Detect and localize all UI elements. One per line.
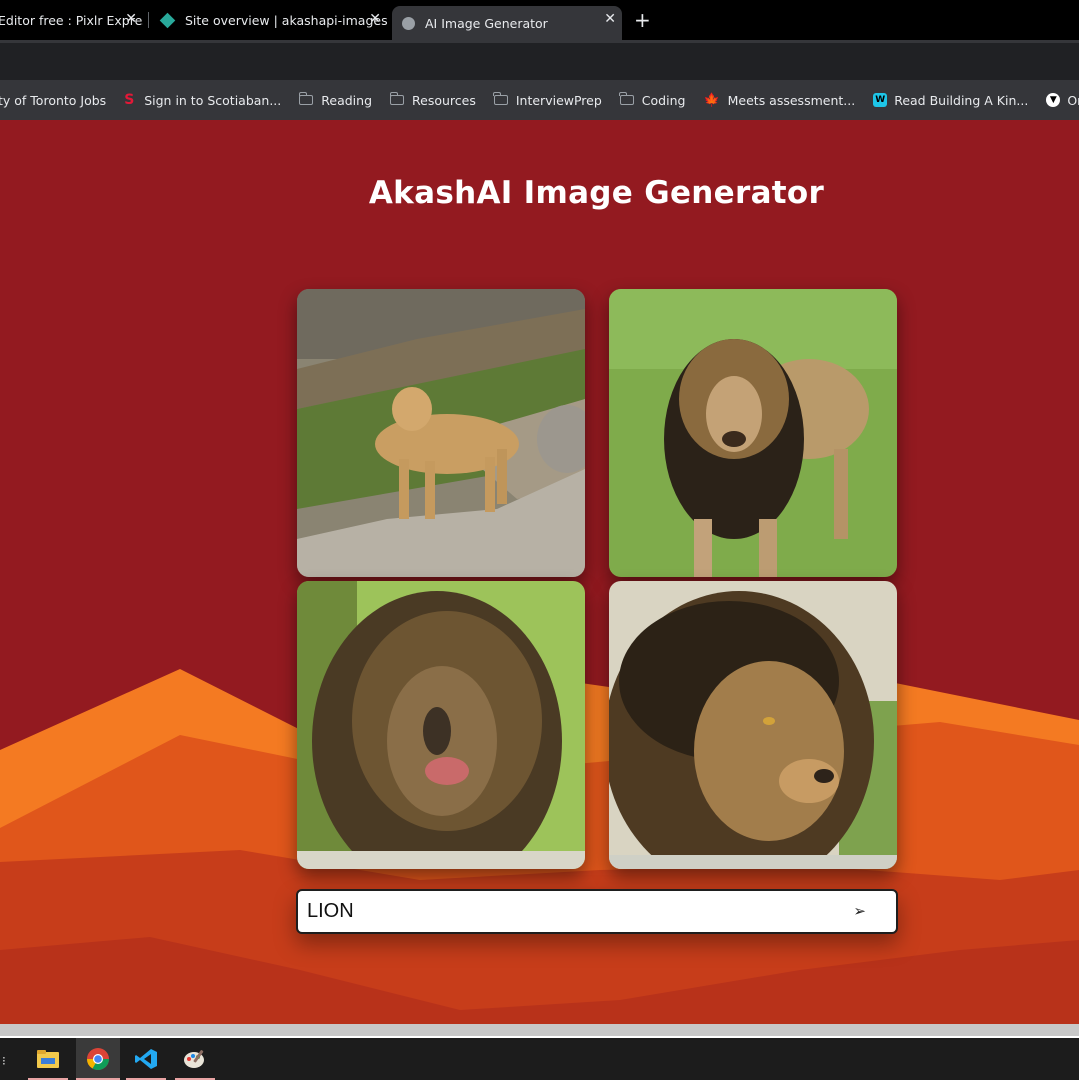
ontario-icon: ▼ — [1046, 93, 1061, 107]
bookmark-label: Sign in to Scotiaban... — [144, 92, 282, 108]
close-icon[interactable]: ✕ — [369, 11, 381, 27]
folder-icon — [389, 92, 405, 105]
generated-image-1[interactable] — [297, 289, 585, 577]
bookmark-label: InterviewPrep — [515, 92, 602, 108]
tab-pixlr[interactable]: Editor free : Pixlr Express ✕ — [0, 0, 143, 40]
generated-image-3[interactable] — [297, 581, 585, 869]
tab-site-overview[interactable]: Site overview | akashapi-images ✕ — [150, 0, 387, 40]
bookmark-label: Meets assessment... — [727, 92, 856, 108]
horizontal-scrollbar[interactable] — [0, 1024, 1079, 1038]
vscode-button[interactable] — [126, 1038, 166, 1080]
folder-icon — [493, 92, 508, 105]
tab-separator — [148, 12, 149, 28]
chrome-button[interactable] — [76, 1038, 120, 1080]
taskbar-grip-icon: ⁝ — [2, 1054, 6, 1068]
lion-standing-image — [609, 289, 897, 577]
vscode-icon — [135, 1049, 157, 1069]
bookmark-toronto-jobs[interactable]: ty of Toronto Jobs — [0, 93, 106, 108]
page-content: AkashAI Image Generator LION ➢ — [0, 120, 1079, 1024]
bookmark-label: Read Building A Kin... — [894, 92, 1029, 108]
browser-toolbar — [0, 40, 1079, 80]
maple-leaf-icon: 🍁 — [703, 92, 720, 108]
tab-strip: Editor free : Pixlr Express ✕ Site overv… — [0, 0, 1079, 40]
paint-icon — [184, 1050, 204, 1068]
bookmark-meets-assessment[interactable]: 🍁 Meets assessment... — [703, 93, 855, 108]
close-icon[interactable]: ✕ — [604, 11, 616, 27]
prompt-input-container: ➢ — [296, 889, 898, 934]
page-title: AkashAI Image Generator — [368, 175, 825, 211]
send-icon[interactable]: ➢ — [853, 902, 866, 920]
bookmark-label: Resources — [412, 92, 476, 108]
bookmark-scotiabank[interactable]: S Sign in to Scotiaban... — [124, 93, 281, 108]
bookmark-folder-reading[interactable]: Reading — [298, 92, 373, 108]
bookmark-folder-interviewprep[interactable]: InterviewPrep — [493, 92, 602, 108]
generated-image-2[interactable] — [609, 289, 897, 577]
bookmark-label: Reading — [321, 92, 373, 108]
file-explorer-button[interactable] — [28, 1038, 68, 1080]
generated-image-4[interactable] — [609, 581, 897, 869]
bookmark-folder-resources[interactable]: Resources — [389, 92, 476, 108]
close-icon[interactable]: ✕ — [125, 11, 137, 27]
tab-title: AI Image Generator — [425, 15, 548, 31]
bookmarks-bar: ty of Toronto Jobs S Sign in to Scotiaba… — [0, 80, 1079, 120]
prompt-input[interactable] — [307, 900, 827, 923]
taskbar: ⁝ — [0, 1038, 1079, 1080]
w-icon: W — [873, 93, 888, 107]
tab-ai-image-generator[interactable]: AI Image Generator ✕ — [392, 6, 622, 40]
bookmark-building-kingdom[interactable]: W Read Building A Kin... — [873, 93, 1028, 108]
scotiabank-icon: S — [124, 92, 135, 108]
bookmark-label: Coding — [641, 92, 686, 108]
bookmark-ontario-public-service[interactable]: ▼ Ontario Public Servi... — [1046, 93, 1079, 108]
tab-title: Editor free : Pixlr Express — [0, 12, 143, 28]
netlify-icon — [159, 12, 176, 28]
lion-closeup-image — [297, 581, 585, 869]
folder-icon — [298, 92, 314, 105]
lioness-image — [297, 289, 585, 577]
bookmark-label: ty of Toronto Jobs — [0, 92, 107, 108]
bookmark-label: Ontario Public Servi... — [1067, 92, 1079, 108]
chrome-icon — [87, 1048, 109, 1070]
folder-icon — [619, 92, 634, 105]
globe-icon — [402, 16, 415, 30]
lion-profile-image — [609, 581, 897, 869]
bookmark-folder-coding[interactable]: Coding — [619, 92, 686, 108]
paint-button[interactable] — [175, 1038, 215, 1080]
file-explorer-icon — [37, 1050, 59, 1068]
tab-title: Site overview | akashapi-images — [185, 12, 387, 28]
new-tab-button[interactable]: + — [634, 8, 651, 32]
